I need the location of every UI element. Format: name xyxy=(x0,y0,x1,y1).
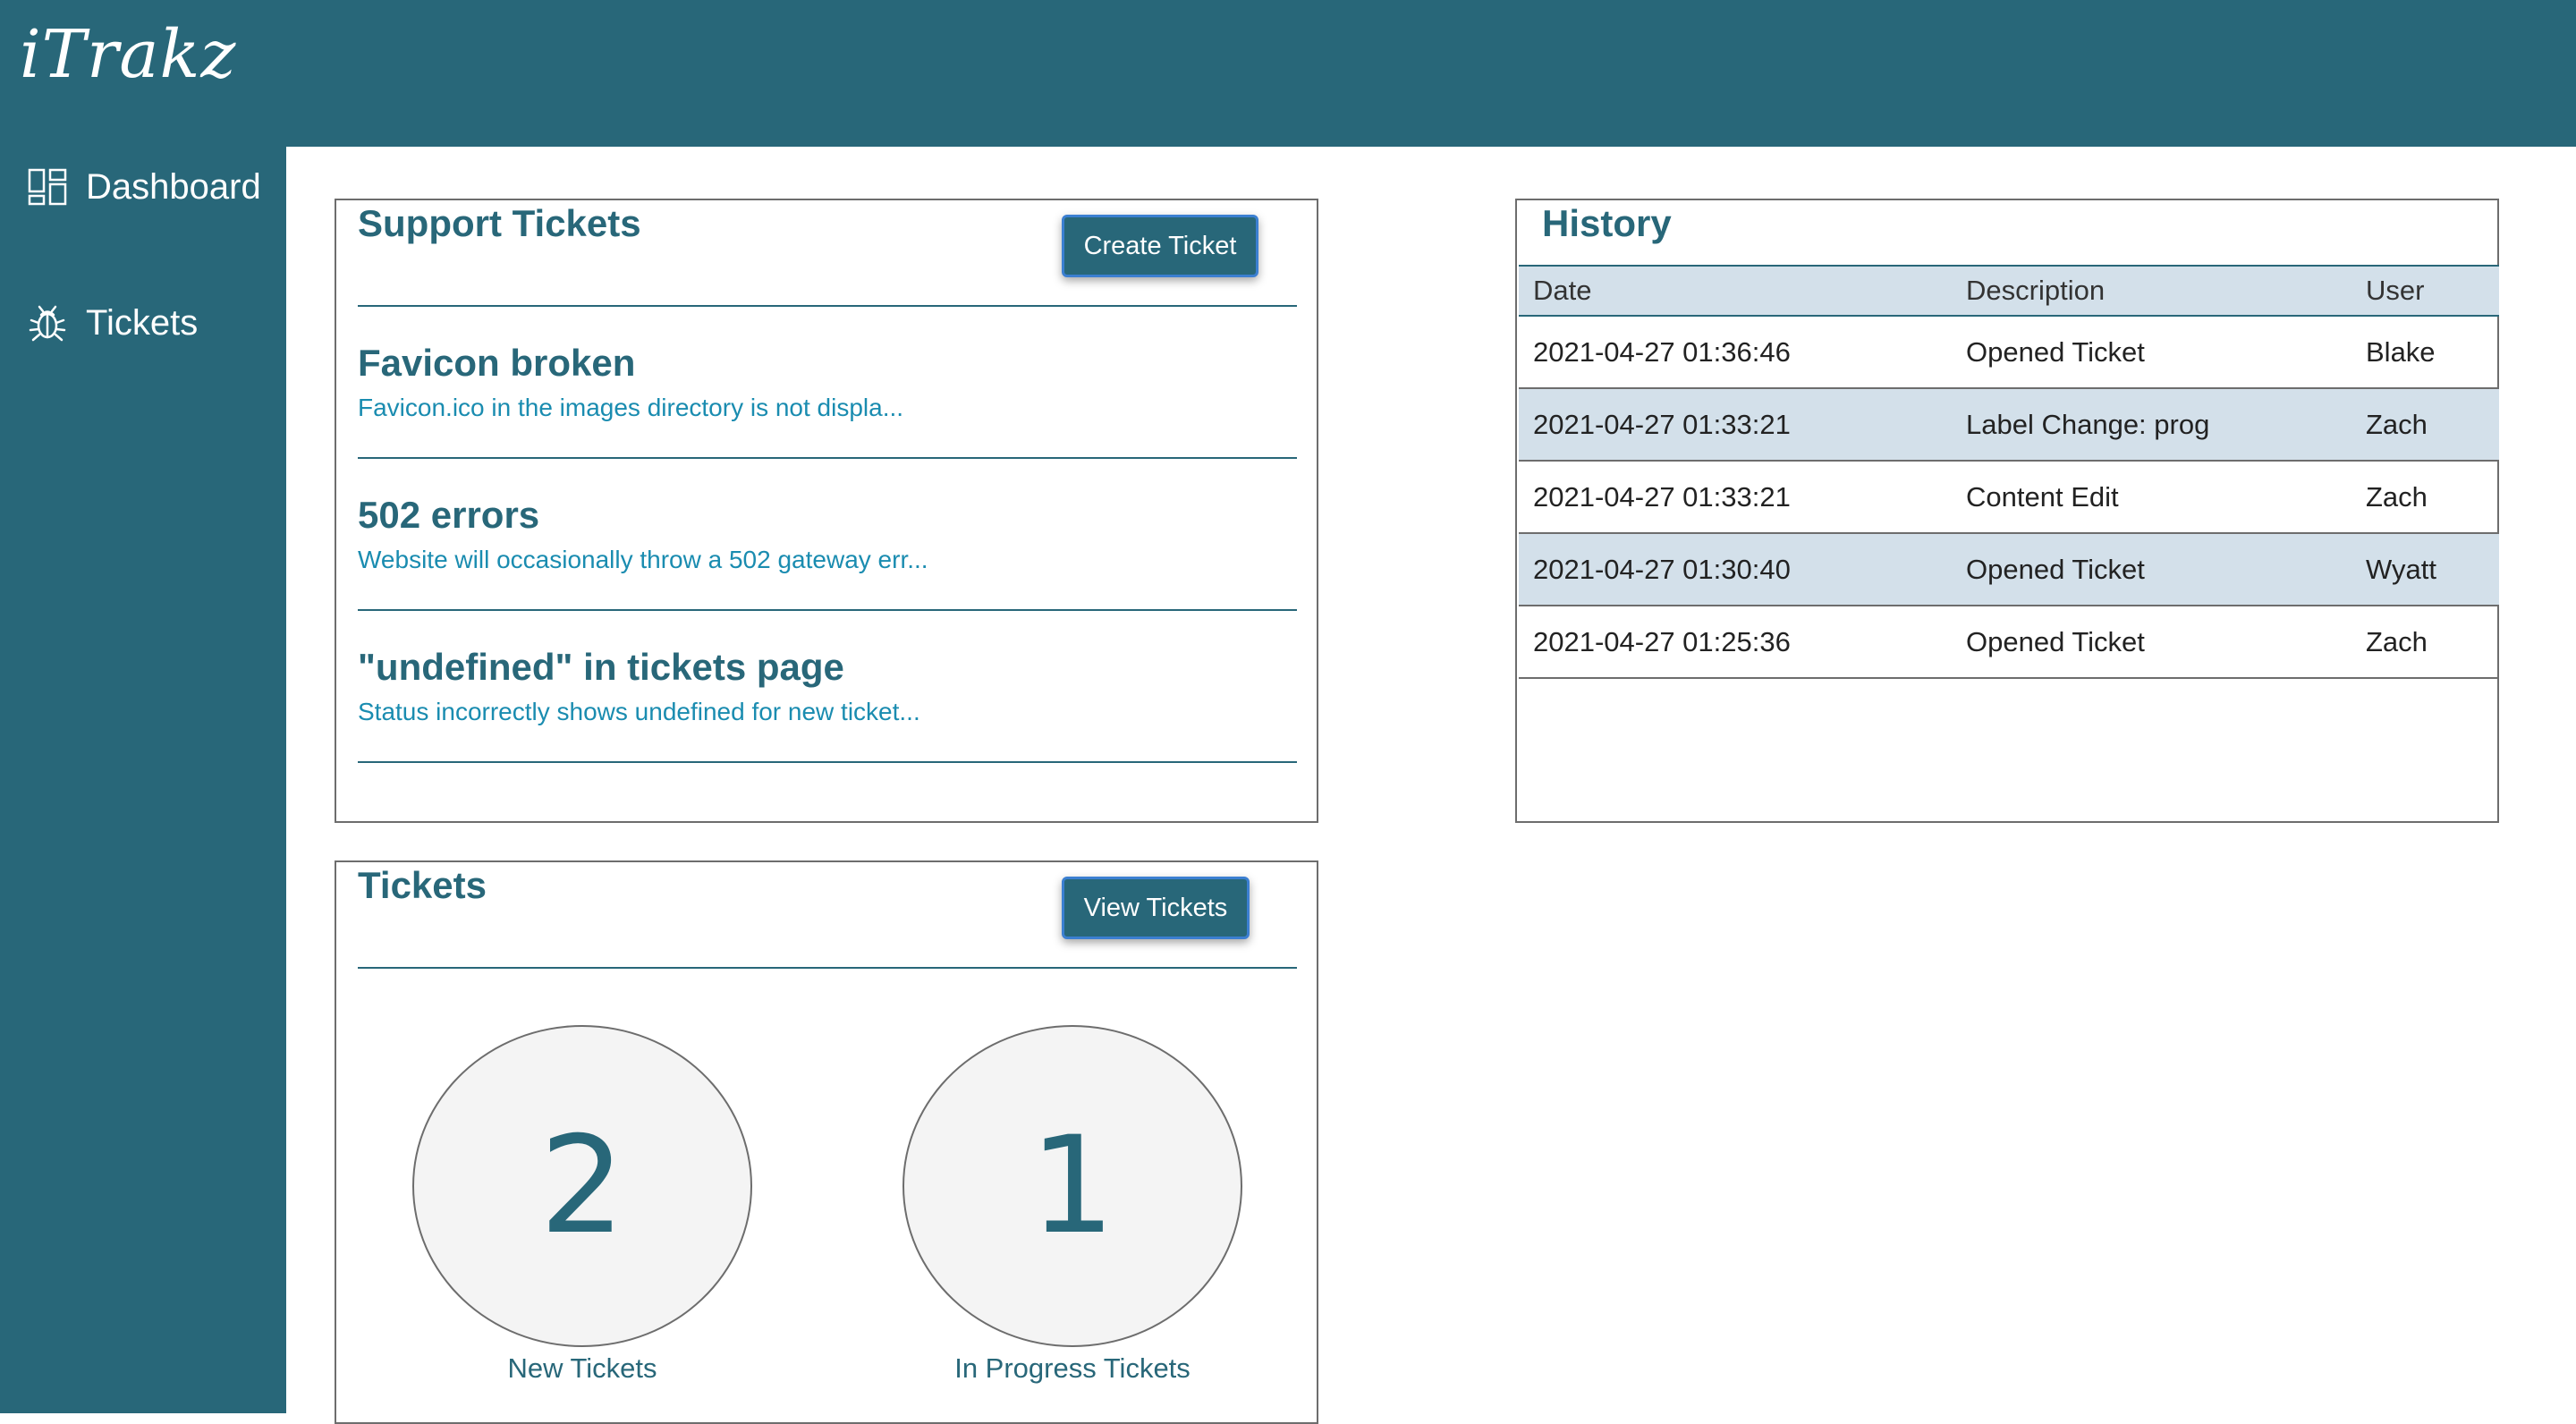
new-tickets-count: 2 xyxy=(412,1025,752,1347)
ticket-description: Favicon.ico in the images directory is n… xyxy=(358,394,904,421)
history-user: Wyatt xyxy=(2366,553,2436,585)
new-tickets-label: New Tickets xyxy=(507,1352,657,1384)
table-row: 2021-04-27 01:30:40 Opened Ticket Wyatt xyxy=(1519,534,2499,606)
history-description: Label Change: prog xyxy=(1966,408,2210,440)
tickets-title: Tickets xyxy=(358,864,487,906)
create-ticket-button[interactable]: Create Ticket xyxy=(1062,215,1258,277)
divider xyxy=(358,967,1297,969)
tickets-summary-card: Tickets View Tickets 2 New Tickets 1 In … xyxy=(335,860,1318,1424)
ticket-title[interactable]: Favicon broken xyxy=(358,342,635,385)
divider xyxy=(358,761,1297,763)
history-user: Zach xyxy=(2366,480,2428,513)
history-title: History xyxy=(1542,202,1672,244)
in-progress-tickets-count: 1 xyxy=(902,1025,1242,1347)
history-user: Zach xyxy=(2366,625,2428,657)
ticket-title[interactable]: "undefined" in tickets page xyxy=(358,646,844,689)
history-date: 2021-04-27 01:33:21 xyxy=(1533,408,1791,440)
table-row: 2021-04-27 01:33:21 Content Edit Zach xyxy=(1519,462,2499,534)
history-date: 2021-04-27 01:25:36 xyxy=(1533,625,1791,657)
history-card: History Date Description User 2021-04-27… xyxy=(1515,199,2499,823)
sidebar-item-tickets[interactable]: Tickets xyxy=(27,296,277,350)
app-logo[interactable]: iTrakz xyxy=(20,16,236,93)
history-date: 2021-04-27 01:33:21 xyxy=(1533,480,1791,513)
divider xyxy=(358,305,1297,307)
column-header-description: Description xyxy=(1966,275,2106,306)
support-tickets-title: Support Tickets xyxy=(358,202,641,244)
history-description: Opened Ticket xyxy=(1966,625,2145,657)
table-row: 2021-04-27 01:36:46 Opened Ticket Blake xyxy=(1519,317,2499,389)
sidebar: Dashboard Tickets xyxy=(0,147,286,1413)
in-progress-tickets-label: In Progress Tickets xyxy=(954,1352,1191,1384)
sidebar-item-dashboard[interactable]: Dashboard xyxy=(27,160,277,214)
ticket-description: Status incorrectly shows undefined for n… xyxy=(358,698,920,725)
history-description: Content Edit xyxy=(1966,480,2119,513)
history-user: Zach xyxy=(2366,408,2428,440)
view-tickets-button[interactable]: View Tickets xyxy=(1062,877,1250,939)
history-description: Opened Ticket xyxy=(1966,335,2145,368)
history-table-header: Date Description User xyxy=(1519,265,2499,317)
divider xyxy=(358,609,1297,611)
table-row: 2021-04-27 01:25:36 Opened Ticket Zach xyxy=(1519,606,2499,679)
sidebar-item-label: Dashboard xyxy=(86,166,261,207)
history-description: Opened Ticket xyxy=(1966,553,2145,585)
sidebar-item-label: Tickets xyxy=(86,302,199,343)
support-tickets-card: Support Tickets Create Ticket Favicon br… xyxy=(335,199,1318,823)
column-header-date: Date xyxy=(1533,275,1592,306)
top-bar: iTrakz xyxy=(0,0,2576,147)
ticket-title[interactable]: 502 errors xyxy=(358,494,539,537)
history-user: Blake xyxy=(2366,335,2436,368)
table-row: 2021-04-27 01:33:21 Label Change: prog Z… xyxy=(1519,389,2499,462)
dashboard-icon xyxy=(27,166,68,208)
history-date: 2021-04-27 01:36:46 xyxy=(1533,335,1791,368)
divider xyxy=(358,457,1297,459)
history-date: 2021-04-27 01:30:40 xyxy=(1533,553,1791,585)
bug-icon xyxy=(27,302,68,343)
ticket-description: Website will occasionally throw a 502 ga… xyxy=(358,546,928,573)
column-header-user: User xyxy=(2366,275,2425,306)
